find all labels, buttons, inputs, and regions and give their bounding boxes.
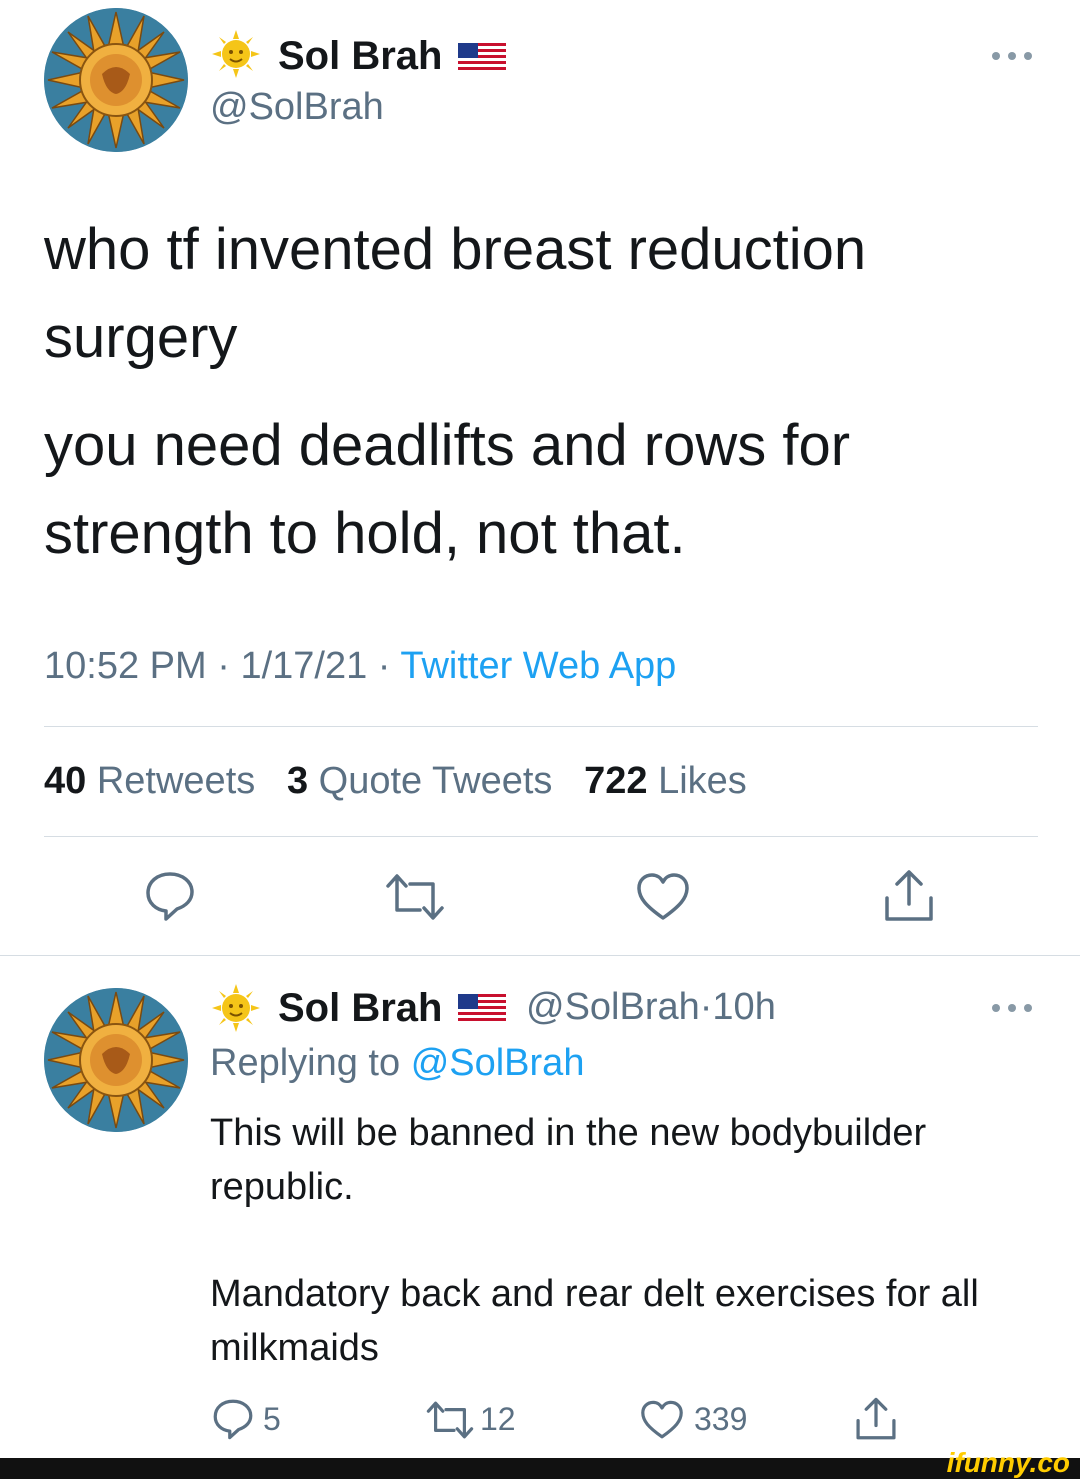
retweet-count: 12 — [480, 1401, 516, 1437]
likes-count: 722 — [584, 760, 648, 802]
reply-button[interactable] — [144, 870, 196, 922]
tweet-source-link[interactable]: Twitter Web App — [400, 645, 676, 687]
reply-avatar[interactable] — [44, 988, 188, 1132]
share-icon — [856, 1397, 896, 1440]
reply-handle[interactable]: @SolBrah — [526, 986, 700, 1028]
share-icon — [885, 870, 933, 921]
likes-label: Likes — [658, 760, 747, 802]
quotes-count: 3 — [286, 760, 309, 802]
reply-header-meta: @SolBrah·10h — [526, 986, 776, 1029]
share-button[interactable] — [882, 868, 936, 924]
meta-separator: · — [699, 986, 713, 1028]
reply-like-button[interactable] — [640, 1400, 684, 1440]
engagement-stats: 40 Retweets 3 Quote Tweets 722 Likes — [44, 760, 747, 803]
meta-separator: · — [217, 645, 230, 687]
reply-retweet-button[interactable] — [424, 1400, 476, 1440]
sun-face-icon — [212, 30, 260, 78]
reply-reply-button[interactable] — [212, 1398, 254, 1440]
tweet-text-paragraph-2: you need deadlifts and rows for strength… — [44, 413, 851, 566]
sun-face-icon — [212, 984, 260, 1032]
avatar[interactable] — [44, 8, 188, 152]
reply-display-name[interactable]: Sol Brah — [278, 986, 442, 1031]
more-dots-icon[interactable] — [990, 998, 1034, 1018]
watermark-bar — [0, 1458, 1080, 1479]
sun-bodybuilder-avatar — [44, 8, 188, 152]
reply-text-paragraph-2: Mandatory back and rear delt exercises f… — [210, 1273, 979, 1369]
retweet-icon — [386, 874, 444, 920]
divider — [0, 955, 1080, 956]
reply-text-paragraph-1: This will be banned in the new bodybuild… — [210, 1112, 927, 1208]
like-icon — [637, 873, 689, 920]
sun-bodybuilder-avatar — [44, 988, 188, 1132]
more-dots-icon[interactable] — [990, 46, 1034, 66]
reply-icon — [213, 1399, 253, 1440]
quotes-label: Quote Tweets — [318, 760, 553, 802]
reply-icon — [146, 872, 194, 921]
likes-stat[interactable]: 722 Likes — [584, 760, 747, 802]
us-flag-icon — [458, 994, 506, 1024]
replying-to-label: Replying to — [210, 1042, 401, 1084]
us-flag-icon — [458, 43, 506, 73]
like-count: 339 — [694, 1401, 748, 1437]
divider — [44, 726, 1038, 727]
like-icon — [641, 1400, 683, 1439]
watermark: ifunny.co — [946, 1447, 1070, 1478]
display-name[interactable]: Sol Brah — [278, 34, 442, 79]
retweets-label: Retweets — [96, 760, 256, 802]
tweet-time[interactable]: 10:52 PM — [44, 645, 207, 687]
reply-count: 5 — [263, 1401, 281, 1437]
retweets-stat[interactable]: 40 Retweets — [44, 760, 255, 802]
replying-to-handle[interactable]: @SolBrah — [411, 1042, 585, 1084]
retweet-icon — [426, 1401, 474, 1439]
reply-age[interactable]: 10h — [712, 986, 775, 1028]
like-button[interactable] — [636, 872, 690, 922]
tweet-meta: 10:52 PM · 1/17/21 · Twitter Web App — [44, 645, 676, 688]
meta-separator: · — [377, 645, 391, 687]
retweet-button[interactable] — [384, 872, 446, 922]
replying-to: Replying to @SolBrah — [210, 1042, 584, 1085]
reply-share-button[interactable] — [854, 1396, 898, 1442]
user-handle[interactable]: @SolBrah — [210, 86, 384, 129]
divider — [44, 836, 1038, 837]
tweet-text-paragraph-1: who tf invented breast reduction surgery — [44, 217, 867, 370]
quotes-stat[interactable]: 3 Quote Tweets — [287, 760, 552, 802]
tweet-date[interactable]: 1/17/21 — [240, 645, 367, 687]
retweets-count: 40 — [44, 760, 87, 802]
